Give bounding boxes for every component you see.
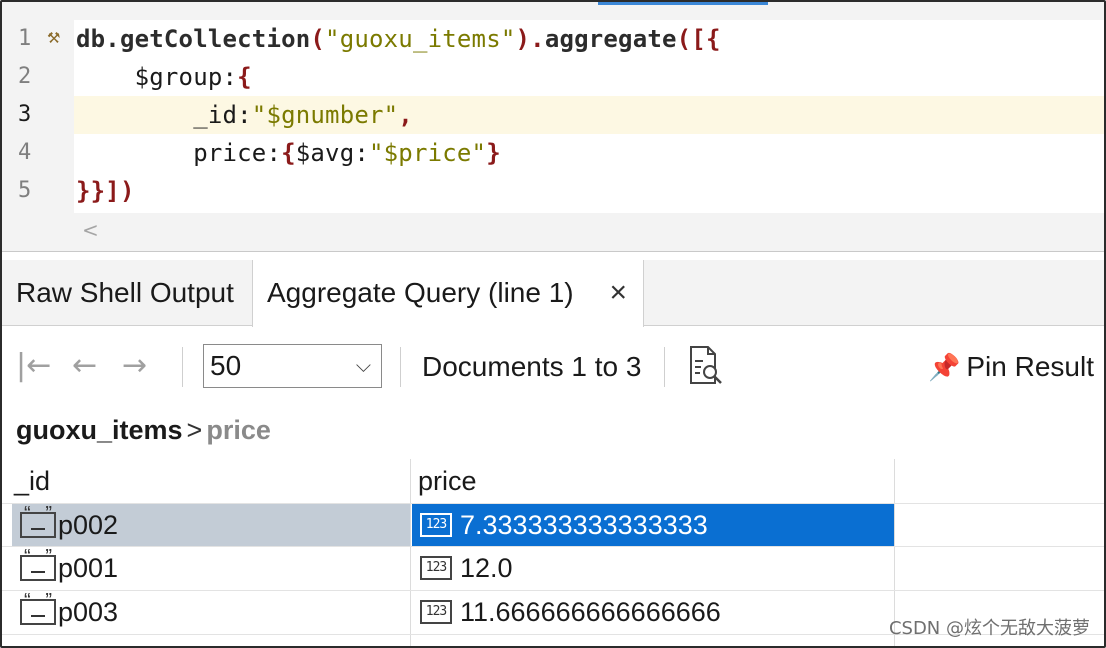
chevron-down-icon: ⌵ <box>355 353 371 377</box>
line-number: 4 <box>18 140 32 165</box>
line-number: 1 <box>18 26 32 51</box>
column-header-id[interactable]: _id <box>14 459 50 503</box>
code-string: "$price" <box>369 139 487 167</box>
pin-icon: 📌 <box>928 352 961 382</box>
previous-page-button[interactable]: ← <box>72 349 97 383</box>
close-tab-icon[interactable]: × <box>609 260 627 326</box>
table-cell-price[interactable]: 123 12.0 <box>412 547 894 589</box>
line-number: 5 <box>18 178 32 203</box>
line-number-current: 3 <box>18 102 32 127</box>
cell-value: p001 <box>58 553 119 583</box>
code-token: $group: <box>76 63 238 91</box>
table-cell-id[interactable]: p002 <box>12 501 410 546</box>
code-line-4: price:{$avg:"$price"} <box>74 134 1104 172</box>
breadcrumb-separator: > <box>186 415 203 445</box>
tab-label: Aggregate Query (line 1) <box>267 277 574 308</box>
code-token: ). <box>515 25 545 53</box>
pin-result-label: Pin Result <box>966 351 1094 382</box>
code-token: } <box>486 139 501 167</box>
toolbar-divider <box>182 347 183 387</box>
next-page-button[interactable]: → <box>122 349 147 383</box>
code-token: ( <box>310 25 326 53</box>
tab-aggregate-query[interactable]: Aggregate Query (line 1) × <box>252 260 644 327</box>
breadcrumb: guoxu_items > price <box>16 410 271 450</box>
page-size-select[interactable]: 50 ⌵ <box>203 344 382 388</box>
table-cell-id[interactable]: p001 <box>12 544 410 589</box>
result-tabs: Raw Shell Output Aggregate Query (line 1… <box>2 260 1104 327</box>
code-line-5: }}]) <box>74 172 1104 210</box>
code-token: { <box>281 139 296 167</box>
column-divider <box>410 459 411 646</box>
cell-value: 7.333333333333333 <box>460 510 708 540</box>
documents-range: Documents 1 to 3 <box>422 351 642 382</box>
pin-result-button[interactable]: 📌 Pin Result <box>928 345 1094 389</box>
code-string: "guoxu_items" <box>325 25 516 53</box>
number-type-icon: 123 <box>420 512 452 537</box>
code-line-2: $group:{ <box>74 58 1104 96</box>
code-string: "$gnumber" <box>251 101 399 129</box>
code-token: ([{ <box>676 25 721 53</box>
table-cell-id[interactable]: p003 <box>12 588 410 633</box>
query-editor[interactable]: 1 2 3 4 5 ⚒ db.getCollection("guoxu_item… <box>2 2 1104 252</box>
toolbar-divider <box>400 347 401 387</box>
tab-raw-shell-output[interactable]: Raw Shell Output <box>2 260 248 326</box>
code-token: }}]) <box>76 177 135 205</box>
code-token: $avg: <box>295 139 369 167</box>
page-size-value: 50 <box>210 350 242 381</box>
editor-accent-bar <box>598 2 768 5</box>
code-token: , <box>398 101 413 129</box>
run-marker-icon[interactable]: ⚒ <box>47 29 60 47</box>
code-line-3-current: _id:"$gnumber", <box>74 96 1104 134</box>
breadcrumb-collection[interactable]: guoxu_items <box>16 415 183 445</box>
find-in-results-icon[interactable] <box>688 345 724 385</box>
scroll-left-icon[interactable]: < <box>82 218 99 242</box>
result-toolbar: |← ← → 50 ⌵ Documents 1 to 3 📌 Pin Result <box>2 327 1104 405</box>
cell-value: 11.666666666666666 <box>460 597 721 627</box>
column-header-price[interactable]: price <box>418 459 477 503</box>
cell-value: p003 <box>58 597 119 627</box>
code-token: _id: <box>76 101 252 129</box>
string-type-icon <box>20 544 56 581</box>
string-type-icon <box>20 501 56 538</box>
cell-value: p002 <box>58 510 119 540</box>
number-type-icon: 123 <box>420 599 452 624</box>
code-token: price: <box>76 139 282 167</box>
code-token: aggregate <box>544 25 677 53</box>
breadcrumb-field: price <box>206 415 271 445</box>
line-number: 2 <box>18 64 32 89</box>
code-token: { <box>237 63 252 91</box>
code-token: db.getCollection <box>76 25 311 53</box>
number-type-icon: 123 <box>420 555 452 580</box>
tab-label: Raw Shell Output <box>16 277 234 308</box>
string-type-icon <box>20 588 56 625</box>
line-number-gutter: 1 2 3 4 5 ⚒ <box>2 20 72 210</box>
table-cell-price-selected[interactable]: 123 7.333333333333333 <box>412 504 894 546</box>
app-window: 1 2 3 4 5 ⚒ db.getCollection("guoxu_item… <box>0 0 1106 648</box>
toolbar-divider <box>664 347 665 387</box>
cell-value: 12.0 <box>460 553 513 583</box>
code-area[interactable]: db.getCollection("guoxu_items").aggregat… <box>74 20 1104 213</box>
table-cell-price[interactable]: 123 11.666666666666666 <box>412 591 894 633</box>
watermark: CSDN @炫个无敌大菠萝 <box>888 618 1090 639</box>
code-line-1: db.getCollection("guoxu_items").aggregat… <box>74 20 1104 58</box>
first-page-button[interactable]: |← <box>16 349 51 383</box>
